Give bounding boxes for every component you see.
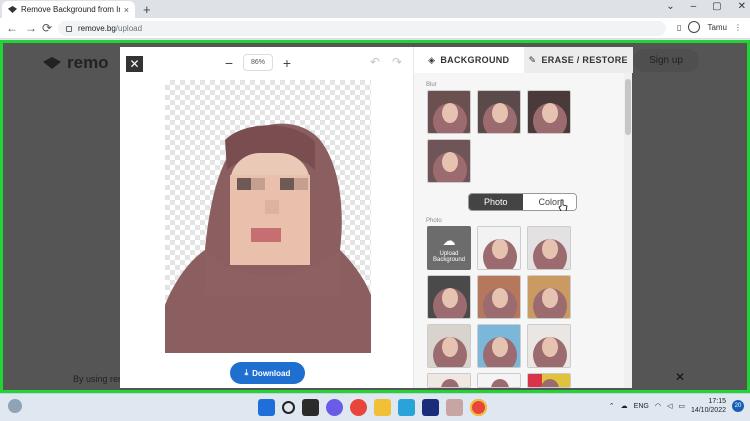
forward-icon[interactable]: →	[25, 21, 37, 35]
clock[interactable]: 17:15 14/10/2022	[691, 397, 726, 415]
zoom-out-button[interactable]: −	[221, 55, 237, 71]
taskbar: ⌃ ☁ ENG ◠ ◁ ▭ 17:15 14/10/2022 20	[0, 393, 750, 421]
subject-image	[165, 123, 371, 353]
tray-chevron-icon[interactable]: ⌃	[609, 402, 615, 410]
language-indicator[interactable]: ENG	[634, 403, 649, 410]
logo-text: remo	[67, 53, 109, 72]
volume-icon[interactable]: ◁	[667, 402, 672, 410]
tab-background[interactable]: ◈ BACKGROUND	[414, 47, 524, 73]
upload-background-button[interactable]: ☁ Upload Background	[427, 226, 471, 270]
panel-tabs: ◈ BACKGROUND ✎ ERASE / RESTORE	[414, 47, 633, 73]
start-icon[interactable]	[258, 399, 275, 416]
photo-thumbnail[interactable]	[527, 324, 571, 368]
window-controls: ⌄ – ▢ ✕	[666, 1, 746, 12]
tab-title: Remove Background from Imag	[21, 5, 120, 14]
photo-thumbnail[interactable]	[527, 275, 571, 319]
hand-cursor-icon	[558, 199, 568, 211]
zoom-value: 86%	[243, 54, 273, 71]
photoshop-icon[interactable]	[422, 399, 439, 416]
background-panel: ◈ BACKGROUND ✎ ERASE / RESTORE Blur Phot…	[413, 47, 633, 388]
snipping-tool-icon[interactable]	[446, 399, 463, 416]
photo-thumbnail[interactable]	[527, 373, 571, 388]
address-bar[interactable]: remove.bg/upload	[58, 21, 666, 36]
wifi-icon[interactable]: ◠	[655, 402, 661, 410]
photo-thumbnail[interactable]	[477, 275, 521, 319]
upload-background-label: Upload Background	[432, 251, 466, 263]
redo-icon[interactable]: ↷	[392, 55, 402, 69]
notification-badge[interactable]: 20	[732, 400, 744, 412]
store-icon[interactable]	[398, 399, 415, 416]
close-window-button[interactable]: ✕	[738, 1, 746, 12]
logo-gem-icon	[43, 57, 61, 69]
photo-thumbnail[interactable]	[527, 226, 571, 270]
url-path: /upload	[115, 24, 143, 33]
toolbar-right: ▯ Tamu ⋮	[677, 21, 742, 33]
lock-icon	[66, 25, 72, 32]
blur-thumbnail[interactable]	[477, 90, 521, 134]
layers-icon: ◈	[428, 54, 436, 65]
browser-tab[interactable]: Remove Background from Imag ×	[2, 1, 135, 18]
tab-strip: Remove Background from Imag × + ⌄ – ▢ ✕	[0, 0, 750, 18]
zoom-controls: − 86% +	[221, 54, 295, 71]
browser-toolbar: ← → ⟳ remove.bg/upload ▯ Tamu ⋮	[0, 18, 750, 39]
photo-thumbnail[interactable]	[477, 226, 521, 270]
cookie-banner-text: By using rem	[73, 374, 126, 384]
photo-section-label: Photo	[426, 218, 442, 224]
blur-thumbnail[interactable]	[427, 90, 471, 134]
photo-thumbnail[interactable]	[427, 324, 471, 368]
battery-icon[interactable]: ▭	[678, 402, 685, 410]
tab-erase-restore-label: ERASE / RESTORE	[541, 55, 628, 65]
removebg-favicon-icon	[8, 6, 17, 13]
chrome-icon[interactable]	[350, 399, 367, 416]
tab-search-button[interactable]: ⌄	[666, 1, 674, 12]
widgets-icon[interactable]	[8, 399, 22, 413]
panel-scrollbar-thumb[interactable]	[625, 79, 631, 135]
back-icon[interactable]: ←	[6, 21, 18, 35]
reload-icon[interactable]: ⟳	[42, 21, 52, 35]
modal-close-button[interactable]: ✕	[126, 56, 143, 72]
chrome-active-icon[interactable]	[470, 399, 487, 416]
maximize-button[interactable]: ▢	[712, 1, 721, 12]
download-icon: ⤓	[244, 368, 249, 377]
segment-photo[interactable]: Photo	[469, 194, 523, 210]
tab-background-label: BACKGROUND	[440, 55, 510, 65]
signup-button: Sign up	[633, 49, 699, 72]
blur-section-label: Blur	[426, 82, 437, 88]
taskbar-apps	[258, 399, 487, 416]
system-tray: ⌃ ☁ ENG ◠ ◁ ▭ 17:15 14/10/2022 20	[609, 397, 744, 415]
profile-name[interactable]: Tamu	[707, 23, 727, 32]
download-button[interactable]: ⤓ Download	[230, 362, 305, 384]
tab-close-button[interactable]: ×	[124, 5, 129, 15]
zoom-in-button[interactable]: +	[279, 55, 295, 71]
download-label: Download	[252, 368, 291, 378]
new-tab-button[interactable]: +	[143, 2, 151, 17]
photo-thumbnail[interactable]	[477, 324, 521, 368]
photo-thumbnail[interactable]	[427, 275, 471, 319]
blur-thumbnail[interactable]	[427, 139, 471, 183]
photo-thumbnail[interactable]	[477, 373, 521, 388]
profile-avatar-icon[interactable]	[688, 21, 701, 33]
chat-icon[interactable]	[326, 399, 343, 416]
cookie-close-icon: ✕	[674, 370, 685, 384]
search-icon[interactable]	[282, 401, 295, 414]
url-host: remove.bg	[78, 24, 116, 33]
editor-modal: ✕ − 86% + ↶ ↷ ⤓ Download ◈ BACKGROUND ✎ …	[120, 47, 633, 388]
brush-icon: ✎	[528, 54, 537, 65]
blur-thumbnail[interactable]	[527, 90, 571, 134]
file-explorer-icon[interactable]	[374, 399, 391, 416]
task-view-icon[interactable]	[302, 399, 319, 416]
page-viewport: remo Sign up By using rem ✕ ✕ − 86% + ↶ …	[0, 40, 750, 393]
image-canvas[interactable]	[165, 80, 371, 353]
tab-erase-restore[interactable]: ✎ ERASE / RESTORE	[523, 47, 633, 73]
photo-thumbnail[interactable]	[427, 373, 471, 388]
site-logo: remo	[43, 53, 109, 73]
cloud-icon[interactable]: ☁	[621, 402, 628, 410]
clock-time: 17:15	[708, 398, 726, 405]
clock-date: 14/10/2022	[690, 407, 726, 414]
minimize-button[interactable]: –	[691, 1, 697, 12]
sidebar-icon[interactable]: ▯	[677, 23, 681, 32]
undo-icon[interactable]: ↶	[370, 55, 380, 69]
cloud-upload-icon: ☁	[442, 233, 456, 248]
menu-kebab-icon[interactable]: ⋮	[734, 23, 742, 32]
